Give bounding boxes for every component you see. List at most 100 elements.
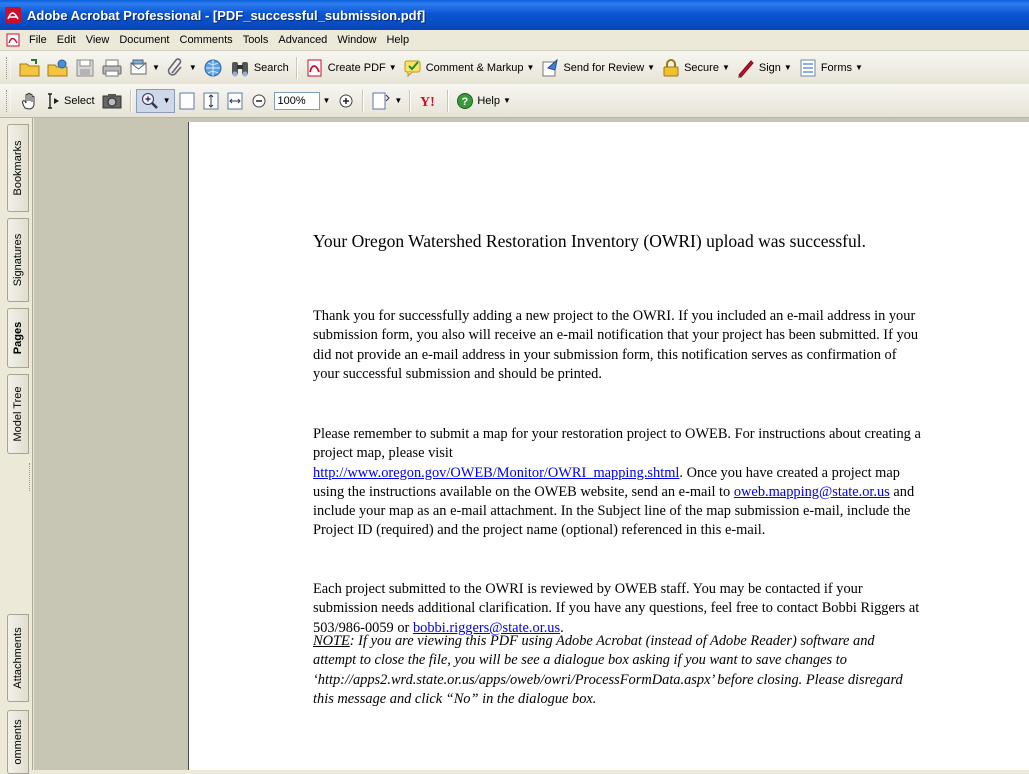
zoom-dropdown-arrow-icon[interactable]: ▼ [323, 96, 331, 105]
sign-button[interactable]: Sign ▼ [733, 56, 795, 80]
menu-view[interactable]: View [81, 34, 115, 46]
menu-edit[interactable]: Edit [52, 34, 81, 46]
zoom-level-field[interactable]: 100% [273, 91, 320, 110]
paragraph-note: NOTE: If you are viewing this PDF using … [313, 632, 921, 709]
snapshot-button[interactable] [98, 89, 126, 113]
toolbar-separator [129, 89, 132, 112]
organizer-button[interactable] [44, 56, 72, 80]
save-button[interactable] [72, 56, 98, 80]
hand-tool-button[interactable] [16, 89, 42, 113]
yahoo-button[interactable]: Y! [415, 89, 443, 113]
dropdown-arrow-icon[interactable]: ▼ [503, 96, 511, 105]
navigation-pane: Bookmarks Signatures Pages Model Tree At… [0, 118, 33, 774]
acrobat-app-icon [5, 7, 21, 23]
help-button[interactable]: ? Help ▼ [453, 89, 514, 113]
select-label: Select [64, 94, 95, 107]
actual-size-button[interactable] [175, 89, 199, 113]
secure-button[interactable]: Secure ▼ [658, 56, 733, 80]
svg-text:Y!: Y! [420, 95, 435, 110]
toolbar-grip[interactable] [6, 56, 11, 79]
create-pdf-button[interactable]: Create PDF ▼ [302, 56, 400, 80]
oweb-mapping-email-link[interactable]: oweb.mapping@state.or.us [734, 484, 890, 500]
attach-button[interactable]: ▼ [163, 56, 200, 80]
dropdown-arrow-icon[interactable]: ▼ [855, 63, 863, 72]
zoom-in-tool-button[interactable]: ▼ [135, 88, 175, 113]
note-label: NOTE [313, 633, 350, 649]
dropdown-arrow-icon[interactable]: ▼ [722, 63, 730, 72]
tab-pages[interactable]: Pages [7, 308, 29, 368]
menu-advanced[interactable]: Advanced [273, 34, 332, 46]
toolbar-separator [409, 89, 412, 112]
web-button[interactable] [200, 56, 226, 80]
tab-comments[interactable]: omments [7, 710, 29, 774]
send-for-review-button[interactable]: Send for Review ▼ [537, 56, 658, 80]
forms-button[interactable]: Forms ▼ [795, 56, 866, 80]
search-button[interactable]: Search [226, 56, 292, 80]
send-for-review-label: Send for Review [563, 61, 645, 74]
tab-attachments[interactable]: Attachments [7, 614, 29, 702]
dropdown-arrow-icon[interactable]: ▼ [163, 96, 171, 105]
comment-markup-button[interactable]: Comment & Markup ▼ [400, 56, 538, 80]
tab-signatures-label: Signatures [12, 233, 24, 287]
mapping-instructions-link[interactable]: http://www.oregon.gov/OWEB/Monitor/OWRI_… [313, 465, 679, 481]
help-label: Help [477, 94, 500, 107]
paragraph-map-instructions: Please remember to submit a map for your… [313, 425, 921, 541]
menu-document[interactable]: Document [114, 34, 174, 46]
menu-help[interactable]: Help [381, 34, 414, 46]
fit-width-button[interactable] [223, 89, 247, 113]
pdf-page[interactable]: Your Oregon Watershed Restoration Invent… [188, 122, 1029, 770]
menu-comments[interactable]: Comments [175, 34, 238, 46]
zoom-out-icon [252, 94, 265, 107]
open-button[interactable] [16, 56, 44, 80]
para2-text-a: Please remember to submit a map for your… [313, 426, 921, 462]
actual-size-icon [179, 92, 194, 109]
dropdown-arrow-icon[interactable]: ▼ [527, 63, 535, 72]
dropdown-arrow-icon[interactable]: ▼ [389, 63, 397, 72]
para3-text-a: Each project submitted to the OWRI is re… [313, 581, 920, 636]
file-toolbar: ▼ ▼ Search Create PDF ▼ Comment & Markup… [0, 51, 1029, 84]
print-button[interactable] [98, 56, 126, 80]
tab-model-tree-label: Model Tree [12, 386, 24, 442]
svg-text:?: ? [462, 96, 469, 108]
paragraph-thank-you: Thank you for successfully adding a new … [313, 308, 919, 382]
create-pdf-label: Create PDF [327, 61, 386, 74]
pdf-document-icon[interactable] [6, 33, 20, 47]
fit-width-icon [227, 92, 242, 109]
create-pdf-icon [307, 59, 322, 76]
dropdown-arrow-icon[interactable]: ▼ [189, 63, 197, 72]
tab-bookmarks[interactable]: Bookmarks [7, 124, 29, 212]
menu-tools[interactable]: Tools [238, 34, 274, 46]
page-layout-icon [372, 92, 391, 109]
email-button[interactable]: ▼ [126, 56, 163, 80]
window-title: Adobe Acrobat Professional - [PDF_succes… [27, 7, 426, 23]
tab-signatures[interactable]: Signatures [7, 218, 29, 302]
save-disk-icon [76, 59, 94, 76]
zoom-out-button[interactable] [247, 89, 271, 113]
tab-comments-label: omments [12, 719, 24, 765]
dropdown-arrow-icon[interactable]: ▼ [784, 63, 792, 72]
menu-file[interactable]: File [24, 34, 52, 46]
tab-model-tree[interactable]: Model Tree [7, 374, 29, 454]
page-layout-button[interactable]: ▼ [368, 89, 405, 113]
toolbar-grip[interactable] [6, 89, 11, 112]
camera-icon [102, 93, 122, 108]
dropdown-arrow-icon[interactable]: ▼ [394, 96, 402, 105]
toolbar-separator [295, 56, 298, 79]
search-label: Search [253, 61, 289, 74]
navigation-toolbar: Select ▼ 100% ▼ ▼ Y! ? Help ▼ [0, 84, 1029, 118]
select-tool-button[interactable]: Select [42, 89, 98, 113]
globe-icon [204, 59, 222, 76]
binoculars-icon [231, 61, 248, 76]
pane-resize-handle[interactable] [29, 463, 32, 491]
dropdown-arrow-icon[interactable]: ▼ [152, 63, 160, 72]
dropdown-arrow-icon[interactable]: ▼ [647, 63, 655, 72]
tab-attachments-label: Attachments [12, 627, 24, 689]
zoom-in-button[interactable] [334, 89, 358, 113]
open-folder-icon [19, 58, 40, 76]
zoom-in-icon [339, 94, 353, 107]
menu-window[interactable]: Window [332, 34, 381, 46]
toolbar-separator [362, 89, 365, 112]
fit-page-button[interactable] [199, 89, 223, 113]
send-for-review-icon [542, 58, 559, 76]
comment-markup-label: Comment & Markup [425, 61, 524, 74]
